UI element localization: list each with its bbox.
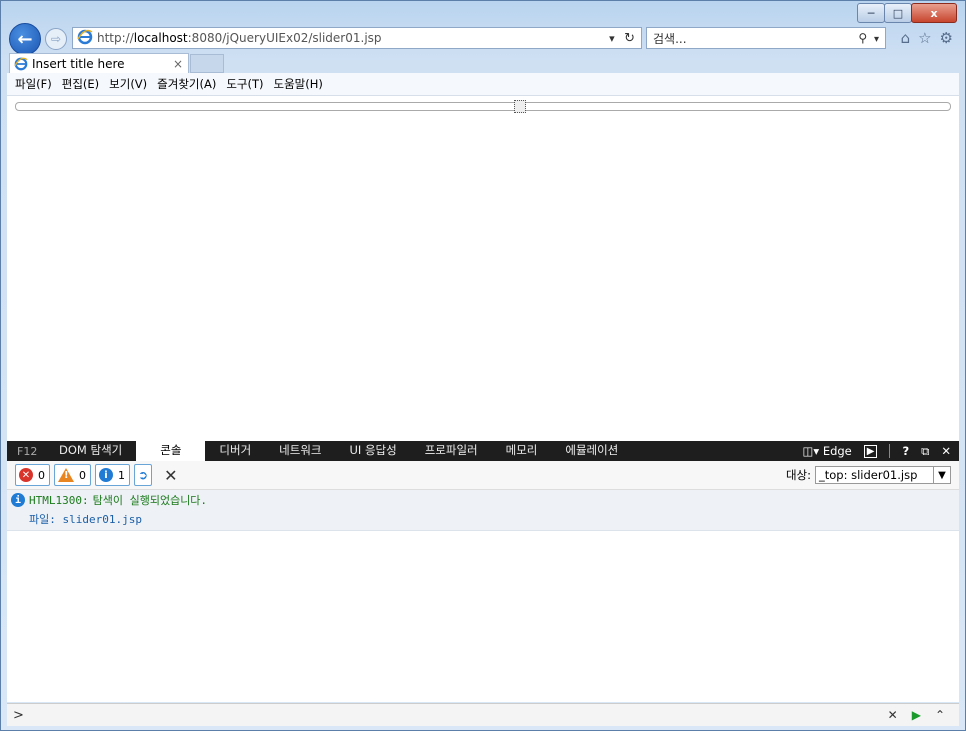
search-icon[interactable]: ⚲	[858, 31, 867, 45]
message-text: 탐색이 실행되었습니다.	[92, 494, 208, 507]
browser-tool-icons: ⌂ ☆ ⚙	[901, 29, 953, 47]
tab-profiler[interactable]: 프로파일러	[411, 441, 492, 461]
menu-edit[interactable]: 편집(E)	[62, 76, 99, 92]
tab-close-icon[interactable]: ×	[173, 57, 183, 71]
console-toolbar: ✕ 0 ! 0 i 1 ➲ ✕ 대상: _top: slider01.jsp ▼	[7, 461, 959, 490]
expand-icon[interactable]: ⌃	[935, 708, 945, 722]
search-input[interactable]: 검색...	[653, 30, 687, 47]
tab-title: Insert title here	[32, 56, 125, 71]
errors-filter-button[interactable]: ✕ 0	[15, 464, 50, 486]
message-code: HTML1300:	[29, 493, 89, 507]
separator	[889, 444, 891, 458]
address-controls: ▾ ↻	[609, 31, 635, 46]
menu-help[interactable]: 도움말(H)	[274, 76, 323, 92]
slider-track[interactable]	[15, 102, 951, 111]
new-tab-button[interactable]	[190, 54, 224, 73]
settings-gear-icon[interactable]: ⚙	[940, 29, 953, 47]
warning-icon: !	[58, 468, 74, 482]
warnings-count: 0	[79, 468, 86, 482]
devtools-tab-bar: F12 DOM 탐색기 콘솔 디버거 네트워크 UI 응답성 프로파일러 메모리…	[7, 441, 959, 461]
chevron-down-icon[interactable]: ▾	[609, 32, 615, 45]
file-link[interactable]: slider01.jsp	[63, 513, 142, 526]
menu-favorites[interactable]: 즐겨찾기(A)	[157, 76, 216, 92]
errors-count: 0	[38, 468, 45, 482]
target-value: _top: slider01.jsp	[819, 468, 918, 482]
tab-emulation[interactable]: 에뮬레이션	[551, 441, 632, 461]
slider-handle[interactable]	[514, 100, 527, 113]
ie-logo-icon	[14, 57, 28, 71]
clear-on-navigate-icon: ➲	[138, 468, 149, 482]
console-prompt: >	[13, 707, 24, 723]
console-input-line[interactable]: > ✕ ▶ ⌃	[7, 703, 959, 726]
maximize-button[interactable]: □	[884, 3, 912, 23]
devtools-right-controls: ◫▾ Edge ▶ ? ⧉ ✕	[803, 444, 951, 459]
forward-button[interactable]: ⇨	[45, 28, 67, 50]
caption-buttons: ─ □ x	[857, 3, 957, 23]
run-icon[interactable]: ▶	[912, 708, 921, 722]
warnings-filter-button[interactable]: ! 0	[54, 464, 91, 486]
chevron-down-icon[interactable]: ▾	[874, 34, 879, 45]
menu-tools[interactable]: 도구(T)	[226, 76, 263, 92]
info-icon: i	[99, 468, 113, 482]
help-button[interactable]: ?	[902, 444, 909, 458]
console-toggle-icon[interactable]: ▶	[863, 444, 878, 458]
undock-icon[interactable]: ⧉	[921, 444, 929, 459]
browser-tab[interactable]: Insert title here ×	[9, 53, 189, 73]
file-label: 파일:	[29, 513, 56, 526]
search-controls: ⚲ ▾	[858, 31, 879, 45]
forward-icon: ⇨	[50, 32, 62, 46]
menu-file[interactable]: 파일(F)	[15, 76, 52, 92]
menu-view[interactable]: 보기(V)	[109, 76, 147, 92]
tab-memory[interactable]: 메모리	[492, 441, 552, 461]
error-icon: ✕	[19, 468, 33, 482]
page-content	[7, 96, 959, 441]
home-icon[interactable]: ⌂	[901, 29, 911, 47]
clear-console-icon[interactable]: ✕	[164, 466, 177, 485]
address-bar[interactable]: http://localhost:8080/jQueryUIEx02/slide…	[72, 27, 642, 49]
close-window-button[interactable]: x	[911, 3, 957, 23]
info-count: 1	[118, 468, 125, 482]
tab-network[interactable]: 네트워크	[265, 441, 335, 461]
favorites-star-icon[interactable]: ☆	[918, 29, 931, 47]
clear-input-icon[interactable]: ✕	[888, 708, 898, 722]
address-url: http://localhost:8080/jQueryUIEx02/slide…	[97, 31, 382, 45]
target-dropdown[interactable]: _top: slider01.jsp ▼	[815, 466, 951, 484]
back-button[interactable]: ←	[9, 23, 41, 55]
tab-ui-responsiveness[interactable]: UI 응답성	[335, 441, 410, 461]
tab-row: Insert title here ×	[9, 53, 957, 73]
devtools-f12-label: F12	[17, 444, 38, 458]
info-filter-button[interactable]: i 1	[95, 464, 130, 486]
ie-logo-icon	[77, 29, 93, 48]
document-mode-selector[interactable]: ◫▾ Edge	[803, 444, 852, 458]
navigation-bar: ← ⇨ http://localhost:8080/jQueryUIEx02/s…	[9, 23, 957, 55]
target-label: 대상:	[785, 468, 811, 482]
tab-console[interactable]: 콘솔	[136, 441, 206, 461]
target-selector: 대상: _top: slider01.jsp ▼	[786, 466, 951, 484]
refresh-icon[interactable]: ↻	[624, 31, 635, 46]
tab-debugger[interactable]: 디버거	[205, 441, 265, 461]
browser-window: ─ □ x ← ⇨ http://localhost:8080/jQueryUI…	[0, 0, 966, 731]
info-icon: i	[11, 493, 25, 507]
search-box[interactable]: 검색... ⚲ ▾	[646, 27, 886, 49]
tab-dom-explorer[interactable]: DOM 탐색기	[45, 441, 136, 461]
back-icon: ←	[17, 28, 33, 50]
menu-bar: 파일(F) 편집(E) 보기(V) 즐겨찾기(A) 도구(T) 도움말(H)	[7, 73, 959, 96]
console-message: i HTML1300: 탐색이 실행되었습니다. 파일: slider01.js…	[7, 490, 959, 531]
console-input-actions: ✕ ▶ ⌃	[888, 708, 945, 722]
devtools-close-button[interactable]: ✕	[941, 444, 951, 458]
chevron-down-icon[interactable]: ▼	[933, 467, 950, 483]
minimize-button[interactable]: ─	[857, 3, 885, 23]
console-output: i HTML1300: 탐색이 실행되었습니다. 파일: slider01.js…	[7, 490, 959, 702]
monitor-icon: ◫	[802, 444, 814, 458]
clear-on-navigate-button[interactable]: ➲	[134, 464, 153, 486]
